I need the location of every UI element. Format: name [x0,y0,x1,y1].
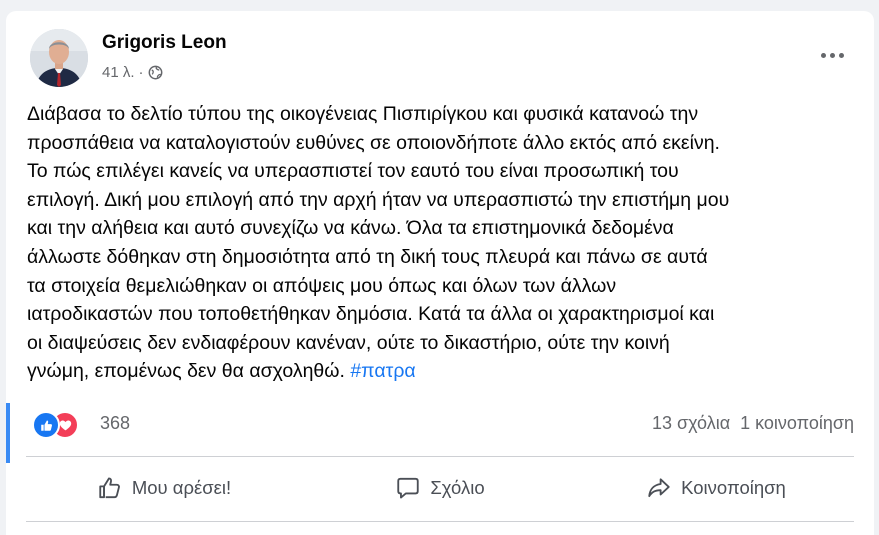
comments-count[interactable]: 13 σχόλια [652,413,730,434]
post-header: Grigoris Leon 41 λ. · [30,29,854,91]
body-line: οι διαψεύσεις δεν ενδιαφέρουν κανέναν, ο… [27,331,670,354]
body-line-text: γνώμη, επομένως δεν θα ασχοληθώ. [27,360,345,383]
shares-count[interactable]: 1 κοινοποίηση [740,413,854,434]
body-line: Διάβασα το δελτίο τύπου της οικογένειας … [27,103,699,125]
body-line: προσπάθεια να καταλογιστούν ευθύνες σε ο… [27,131,720,154]
share-button-label: Κοινοποίηση [681,477,786,498]
post-card: Grigoris Leon 41 λ. · Διάβασα το δελτίο … [6,11,874,535]
post-time[interactable]: 41 λ. [102,64,135,81]
like-button-label: Μου αρέσει! [131,477,232,498]
hashtag-link[interactable]: #πατρα [350,360,415,382]
reactions-count[interactable]: 368 [100,413,130,434]
author-name[interactable]: Grigoris Leon [102,32,227,54]
thumbs-up-icon [97,475,123,501]
comment-bubble-icon [395,475,421,501]
share-button[interactable]: Κοινοποίηση [578,457,854,519]
comment-button[interactable]: Σχόλιο [302,457,578,519]
reaction-icons[interactable] [32,411,84,439]
like-button[interactable]: Μου αρέσει! [26,457,302,519]
divider [26,521,854,522]
post-meta: 41 λ. · [102,64,163,81]
globe-icon [148,65,163,80]
post-body: Διάβασα το δελτίο τύπου της οικογένειας … [27,100,859,386]
body-last-line: γνώμη, επομένως δεν θα ασχοληθώ. #πατρα [27,357,859,386]
share-arrow-icon [646,475,672,501]
body-line: και την αλήθεια και αυτό συνεχίζω να κάν… [27,217,674,240]
reactions-row: 368 13 σχόλια 1 κοινοποίηση [32,409,854,439]
comment-button-label: Σχόλιο [430,477,485,498]
body-line: ιατροδικαστών που τοποθετήθηκαν δημόσια.… [27,303,715,326]
engagement-counts: 13 σχόλια 1 κοινοποίηση [652,413,854,434]
left-accent-bar [6,403,10,463]
more-options-icon[interactable] [814,43,850,67]
like-reaction-icon [32,411,60,439]
body-line: Το πώς επιλέγει κανείς να υπερασπιστεί τ… [27,160,679,183]
body-line: τα στοιχεία θεμελιώθηκαν οι απόψεις μου … [27,274,617,297]
body-line: επιλογή. Δική μου επιλογή από την αρχή ή… [27,188,730,211]
action-bar: Μου αρέσει! Σχόλιο Κοινοποίηση [26,457,854,519]
body-line: άλλωστε δόθηκαν στη δημοσιότητα από τη δ… [27,245,708,268]
meta-separator: · [138,64,144,81]
avatar[interactable] [30,29,88,87]
